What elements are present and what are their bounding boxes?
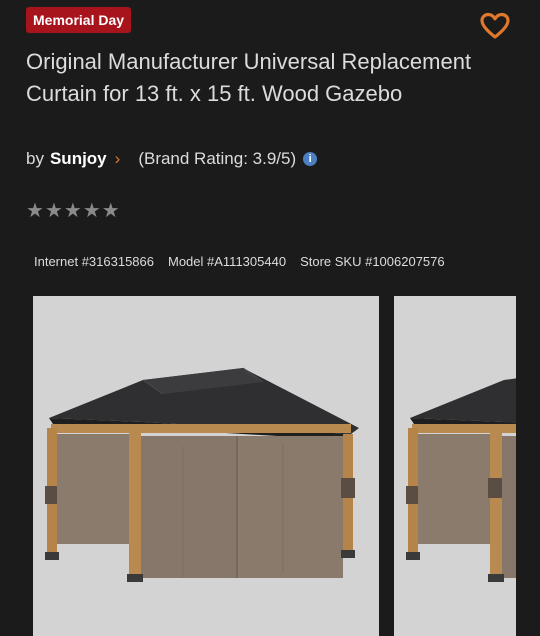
internet-number: Internet #316315866 — [34, 254, 154, 269]
product-image-main[interactable] — [33, 296, 379, 636]
brand-rating: (Brand Rating: 3.9/5) — [138, 149, 297, 168]
info-icon[interactable]: i — [303, 152, 318, 166]
brand-link[interactable]: Sunjoy — [50, 148, 107, 170]
brand-line: by Sunjoy › (Brand Rating: 3.9/5) i — [26, 148, 318, 170]
store-sku: Store SKU #1006207576 — [300, 254, 445, 269]
star-icon: ★ — [26, 198, 44, 222]
by-label: by — [26, 149, 44, 168]
star-icon: ★ — [44, 198, 63, 222]
gazebo-image — [33, 296, 379, 636]
promo-badge: Memorial Day — [26, 7, 132, 33]
gazebo-image-alt — [394, 296, 516, 636]
star-icon: ★ — [82, 198, 101, 222]
product-image-next[interactable] — [394, 296, 516, 636]
star-icon: ★ — [63, 198, 82, 222]
product-identifiers: Internet #316315866 Model #A111305440 St… — [34, 254, 445, 269]
product-page: Memorial Day Original Manufacturer Unive… — [0, 0, 540, 636]
chevron-right-icon[interactable]: › — [115, 148, 121, 170]
star-rating[interactable]: ★ ★ ★ ★ ★ — [26, 199, 120, 221]
favorite-button[interactable] — [480, 12, 510, 40]
product-title: Original Manufacturer Universal Replacem… — [26, 49, 472, 106]
star-icon: ★ — [101, 198, 120, 222]
heart-icon — [480, 12, 510, 39]
model-number: Model #A111305440 — [168, 254, 287, 269]
